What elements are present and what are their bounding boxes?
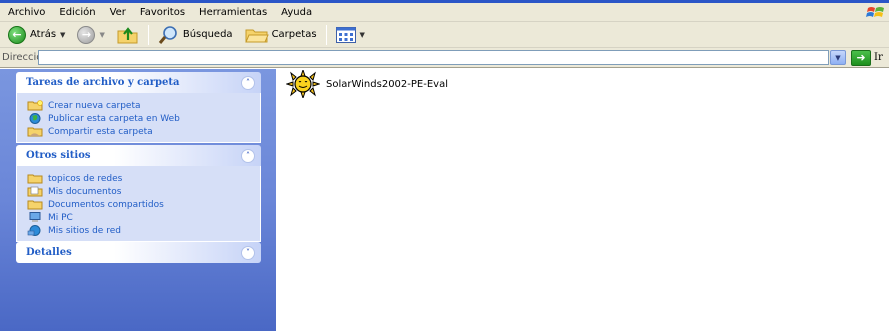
file-tasks-body: Crear nueva carpeta Publicar esta carpet… <box>16 93 261 143</box>
place-topicos-de-redes[interactable]: topicos de redes <box>27 172 260 185</box>
forward-button[interactable]: → ▼ <box>74 24 107 46</box>
expand-chevron-icon[interactable]: ˅ <box>241 245 255 260</box>
place-shared-documents[interactable]: Documentos compartidos <box>27 198 260 211</box>
task-publish-web[interactable]: Publicar esta carpeta en Web <box>27 112 260 125</box>
folders-label: Carpetas <box>271 29 317 40</box>
task-label: Publicar esta carpeta en Web <box>48 113 180 124</box>
toolbar-separator <box>147 24 149 45</box>
sun-installer-icon <box>286 70 320 98</box>
address-dropdown-button[interactable]: ▼ <box>830 50 846 65</box>
file-list-view[interactable]: SolarWinds2002-PE-Eval <box>276 69 889 331</box>
search-label: Búsqueda <box>182 29 233 40</box>
task-share-folder[interactable]: Compartir esta carpeta <box>27 125 260 138</box>
search-icon <box>158 25 177 44</box>
share-folder-icon <box>27 126 43 137</box>
folder-icon <box>27 173 43 184</box>
folders-button[interactable]: Carpetas <box>242 24 320 46</box>
menu-edicion[interactable]: Edición <box>52 3 102 22</box>
up-folder-button[interactable] <box>114 24 142 46</box>
chevron-down-icon[interactable]: ▼ <box>360 31 365 39</box>
go-arrow-icon: ➜ <box>851 49 871 66</box>
chevron-down-icon[interactable]: ▼ <box>60 31 65 39</box>
standard-toolbar: ← Atrás ▼ → ▼ Búsqueda Carpetas ▼ <box>0 22 889 48</box>
search-button[interactable]: Búsqueda <box>155 24 236 46</box>
place-label: Documentos compartidos <box>48 199 164 210</box>
back-arrow-icon: ← <box>8 25 26 44</box>
file-item[interactable]: SolarWinds2002-PE-Eval <box>286 70 448 98</box>
file-name: SolarWinds2002-PE-Eval <box>326 78 448 90</box>
globe-icon <box>27 113 43 124</box>
place-label: Mis sitios de red <box>48 225 121 236</box>
menu-favoritos[interactable]: Favoritos <box>133 3 192 22</box>
file-tasks-panel: Tareas de archivo y carpeta ˄ Crear nuev… <box>16 72 261 143</box>
task-pane: Tareas de archivo y carpeta ˄ Crear nuev… <box>0 69 276 331</box>
menu-ver[interactable]: Ver <box>103 3 133 22</box>
address-bar: Dirección ▼ ➜ Ir <box>0 48 889 68</box>
forward-arrow-icon: → <box>77 25 96 44</box>
place-my-documents[interactable]: Mis documentos <box>27 185 260 198</box>
chevron-down-icon[interactable]: ▼ <box>99 31 104 39</box>
address-input[interactable] <box>38 50 829 65</box>
place-my-computer[interactable]: Mi PC <box>27 211 260 224</box>
place-label: Mis documentos <box>48 186 122 197</box>
back-button[interactable]: ← Atrás ▼ <box>5 24 68 46</box>
views-icon <box>335 26 356 43</box>
new-folder-icon <box>27 100 43 111</box>
file-tasks-header[interactable]: Tareas de archivo y carpeta ˄ <box>16 72 261 93</box>
my-computer-icon <box>27 212 43 223</box>
collapse-chevron-icon[interactable]: ˄ <box>241 75 255 90</box>
collapse-chevron-icon[interactable]: ˄ <box>241 148 255 163</box>
other-places-header[interactable]: Otros sitios ˄ <box>16 145 261 166</box>
folders-icon <box>244 29 269 42</box>
menu-bar: Archivo Edición Ver Favoritos Herramient… <box>0 3 889 22</box>
place-label: Mi PC <box>48 212 73 223</box>
file-tasks-title: Tareas de archivo y carpeta <box>26 77 180 88</box>
menu-herramientas[interactable]: Herramientas <box>192 3 274 22</box>
views-button[interactable]: ▼ <box>333 24 368 46</box>
toolbar-separator <box>325 24 327 45</box>
go-label: Ir <box>874 52 883 63</box>
task-label: Compartir esta carpeta <box>48 126 153 137</box>
folder-icon <box>27 199 43 210</box>
back-label: Atrás <box>30 29 57 40</box>
network-places-icon <box>27 225 43 236</box>
other-places-title: Otros sitios <box>26 150 91 161</box>
task-label: Crear nueva carpeta <box>48 100 141 111</box>
chevron-down-icon: ▼ <box>835 53 841 62</box>
my-documents-icon <box>27 186 43 197</box>
windows-logo-icon <box>866 7 884 17</box>
menu-ayuda[interactable]: Ayuda <box>274 3 319 22</box>
place-network-places[interactable]: Mis sitios de red <box>27 224 260 237</box>
task-new-folder[interactable]: Crear nueva carpeta <box>27 99 260 112</box>
place-label: topicos de redes <box>48 173 123 184</box>
address-label: Dirección <box>2 52 49 63</box>
go-button[interactable]: ➜ Ir <box>851 49 883 66</box>
details-title: Detalles <box>26 247 72 258</box>
menu-archivo[interactable]: Archivo <box>0 3 52 22</box>
details-header[interactable]: Detalles ˅ <box>16 242 261 263</box>
other-places-panel: Otros sitios ˄ topicos de redes Mis docu… <box>16 145 261 242</box>
other-places-body: topicos de redes Mis documentos Document… <box>16 166 261 242</box>
up-folder-icon <box>117 26 138 43</box>
details-panel: Detalles ˅ <box>16 242 261 263</box>
